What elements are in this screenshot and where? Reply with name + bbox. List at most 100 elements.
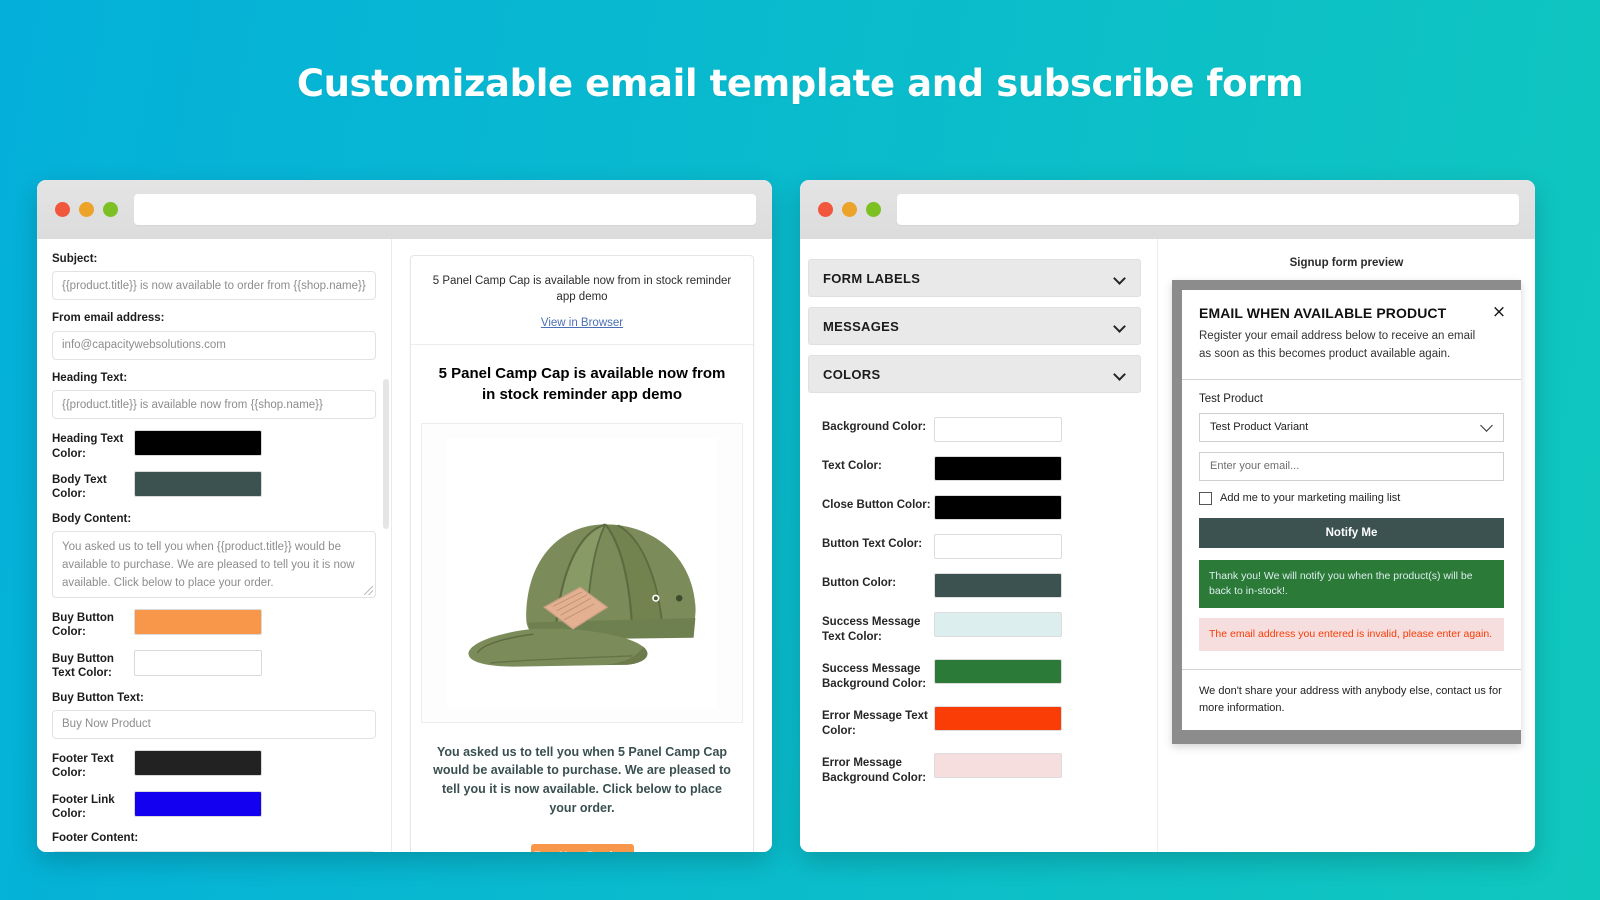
success-message-background-color-swatch[interactable]	[934, 658, 1062, 684]
accordion-form-labels[interactable]: FORM LABELS	[808, 259, 1141, 297]
minimize-window-icon[interactable]	[842, 202, 857, 217]
body-content-value: You asked us to tell you when {{product.…	[62, 541, 355, 589]
heading-text-color-swatch[interactable]	[134, 430, 262, 457]
email-body-text: You asked us to tell you when 5 Panel Ca…	[433, 744, 731, 815]
button-text-color-swatch[interactable]	[934, 534, 1062, 559]
email-preview-card: 5 Panel Camp Cap is available now from i…	[410, 255, 754, 852]
color-row: Close Button Color:	[822, 495, 1135, 520]
email-buy-now-button[interactable]: Buy Now Product	[530, 843, 634, 852]
variant-select-value: Test Product Variant	[1210, 421, 1309, 434]
left-viewport: Subject: {{product.title}} is now availa…	[37, 239, 772, 852]
footer-link-color-label: Footer Link Color:	[52, 793, 115, 820]
success-message-text-color-label: Success Message Text Color:	[822, 616, 921, 643]
color-row: Error Message Background Color:	[822, 752, 1135, 786]
buy-button-color-row: Buy Button Color:	[52, 609, 376, 640]
accordion-colors-title: COLORS	[823, 366, 881, 382]
from-email-input[interactable]: info@capacitywebsolutions.com	[52, 330, 376, 360]
text-color-swatch[interactable]	[934, 456, 1062, 481]
body-text-color-label: Body Text Color:	[52, 473, 107, 501]
buy-button-color-label: Buy Button Color:	[52, 612, 114, 639]
body-content-label: Body Content:	[52, 512, 132, 525]
color-row: Button Text Color:	[822, 534, 1135, 559]
error-message: The email address you entered is invalid…	[1199, 618, 1504, 652]
background-color-swatch[interactable]	[934, 417, 1062, 442]
footer-content-label: Footer Content:	[52, 832, 139, 845]
error-message-background-color-swatch[interactable]	[934, 752, 1062, 778]
email-preview-pane: 5 Panel Camp Cap is available now from i…	[392, 239, 772, 852]
right-browser-chrome	[800, 180, 1535, 239]
close-button-color-swatch[interactable]	[934, 495, 1062, 520]
buy-button-text-input[interactable]: Buy Now Product	[52, 709, 376, 739]
subject-input[interactable]: {{product.title}} is now available to or…	[52, 271, 376, 301]
button-text-color-label: Button Text Color:	[822, 538, 923, 550]
heading-text-color-row: Heading Text Color:	[52, 430, 376, 461]
color-row: Success Message Background Color:	[822, 658, 1135, 692]
close-button-color-label: Close Button Color:	[822, 499, 931, 511]
buy-button-text-color-swatch[interactable]	[134, 649, 262, 676]
accordion-messages-title: MESSAGES	[823, 318, 900, 334]
signup-modal-title: EMAIL WHEN AVAILABLE PRODUCT	[1199, 305, 1447, 321]
success-message: Thank you! We will notify you when the p…	[1199, 559, 1504, 609]
marketing-optin-checkbox[interactable]	[1199, 491, 1212, 505]
chevron-down-icon	[1115, 369, 1126, 380]
right-browser-window: FORM LABELS MESSAGES COLORS Background C…	[800, 180, 1535, 852]
maximize-window-icon[interactable]	[866, 202, 881, 217]
notify-me-button[interactable]: Notify Me	[1199, 517, 1504, 548]
background-color-label: Background Color:	[822, 421, 927, 433]
camp-cap-illustration-icon	[447, 437, 717, 708]
heading-text-label: Heading Text:	[52, 371, 128, 384]
variant-select[interactable]: Test Product Variant	[1199, 412, 1504, 442]
left-browser-chrome	[37, 180, 772, 239]
button-color-swatch[interactable]	[934, 573, 1062, 598]
buy-button-color-swatch[interactable]	[134, 609, 262, 635]
left-address-bar[interactable]	[134, 194, 756, 225]
signup-modal: EMAIL WHEN AVAILABLE PRODUCT Register yo…	[1182, 290, 1521, 731]
email-input[interactable]: Enter your email...	[1199, 451, 1504, 481]
success-message-background-color-label: Success Message Background Color:	[822, 662, 927, 690]
signup-preview-pane: Signup form preview EMAIL WHEN AVAILABLE…	[1158, 239, 1535, 852]
chevron-down-icon	[1115, 273, 1126, 284]
form-pane-scrollbar[interactable]	[383, 379, 389, 529]
body-content-textarea[interactable]: You asked us to tell you when {{product.…	[52, 531, 376, 598]
marketing-optin-label: Add me to your marketing mailing list	[1220, 492, 1401, 505]
color-row: Text Color:	[822, 456, 1135, 481]
email-header: 5 Panel Camp Cap is available now from i…	[411, 256, 753, 346]
footer-link-color-row: Footer Link Color:	[52, 790, 376, 822]
button-color-label: Button Color:	[822, 577, 897, 589]
heading-text-input[interactable]: {{product.title}} is available now from …	[52, 390, 376, 420]
accordion-colors[interactable]: COLORS	[808, 355, 1141, 393]
view-in-browser-link[interactable]: View in Browser	[541, 317, 623, 329]
left-browser-window: Subject: {{product.title}} is now availa…	[37, 180, 772, 852]
buy-button-text-color-label: Buy Button Text Color:	[52, 652, 114, 680]
chevron-down-icon	[1481, 423, 1493, 431]
footer-content-textarea[interactable]: You are receiving this email because you…	[52, 850, 376, 852]
error-message-text-color-label: Error Message Text Color:	[822, 709, 928, 737]
close-icon[interactable]: ×	[1491, 304, 1507, 321]
email-product-image	[421, 422, 743, 723]
signup-modal-body: Test Product Test Product Variant Enter …	[1182, 380, 1521, 670]
close-window-icon[interactable]	[818, 202, 833, 217]
accordion-messages[interactable]: MESSAGES	[808, 307, 1141, 345]
left-traffic-lights	[55, 202, 118, 217]
color-row: Background Color:	[822, 417, 1135, 442]
close-window-icon[interactable]	[55, 202, 70, 217]
right-traffic-lights	[818, 202, 881, 217]
error-message-text-color-swatch[interactable]	[934, 705, 1062, 731]
right-viewport: FORM LABELS MESSAGES COLORS Background C…	[800, 239, 1535, 852]
footer-link-color-swatch[interactable]	[134, 790, 262, 817]
resize-grip-icon[interactable]	[364, 586, 373, 595]
right-address-bar[interactable]	[897, 194, 1519, 225]
form-settings-accordions: FORM LABELS MESSAGES COLORS Background C…	[800, 239, 1158, 852]
page-title: Customizable email template and subscrib…	[296, 62, 1304, 105]
footer-text-color-swatch[interactable]	[134, 749, 262, 776]
signup-modal-header: EMAIL WHEN AVAILABLE PRODUCT Register yo…	[1182, 290, 1521, 380]
maximize-window-icon[interactable]	[103, 202, 118, 217]
minimize-window-icon[interactable]	[79, 202, 94, 217]
marketing-optin-row[interactable]: Add me to your marketing mailing list	[1199, 491, 1504, 505]
from-email-label: From email address:	[52, 312, 165, 325]
email-settings-form: Subject: {{product.title}} is now availa…	[37, 239, 392, 852]
heading-text-color-label: Heading Text Color:	[52, 433, 124, 460]
success-message-text-color-swatch[interactable]	[934, 612, 1062, 637]
body-text-color-swatch[interactable]	[134, 470, 262, 497]
color-row: Button Color:	[822, 573, 1135, 598]
